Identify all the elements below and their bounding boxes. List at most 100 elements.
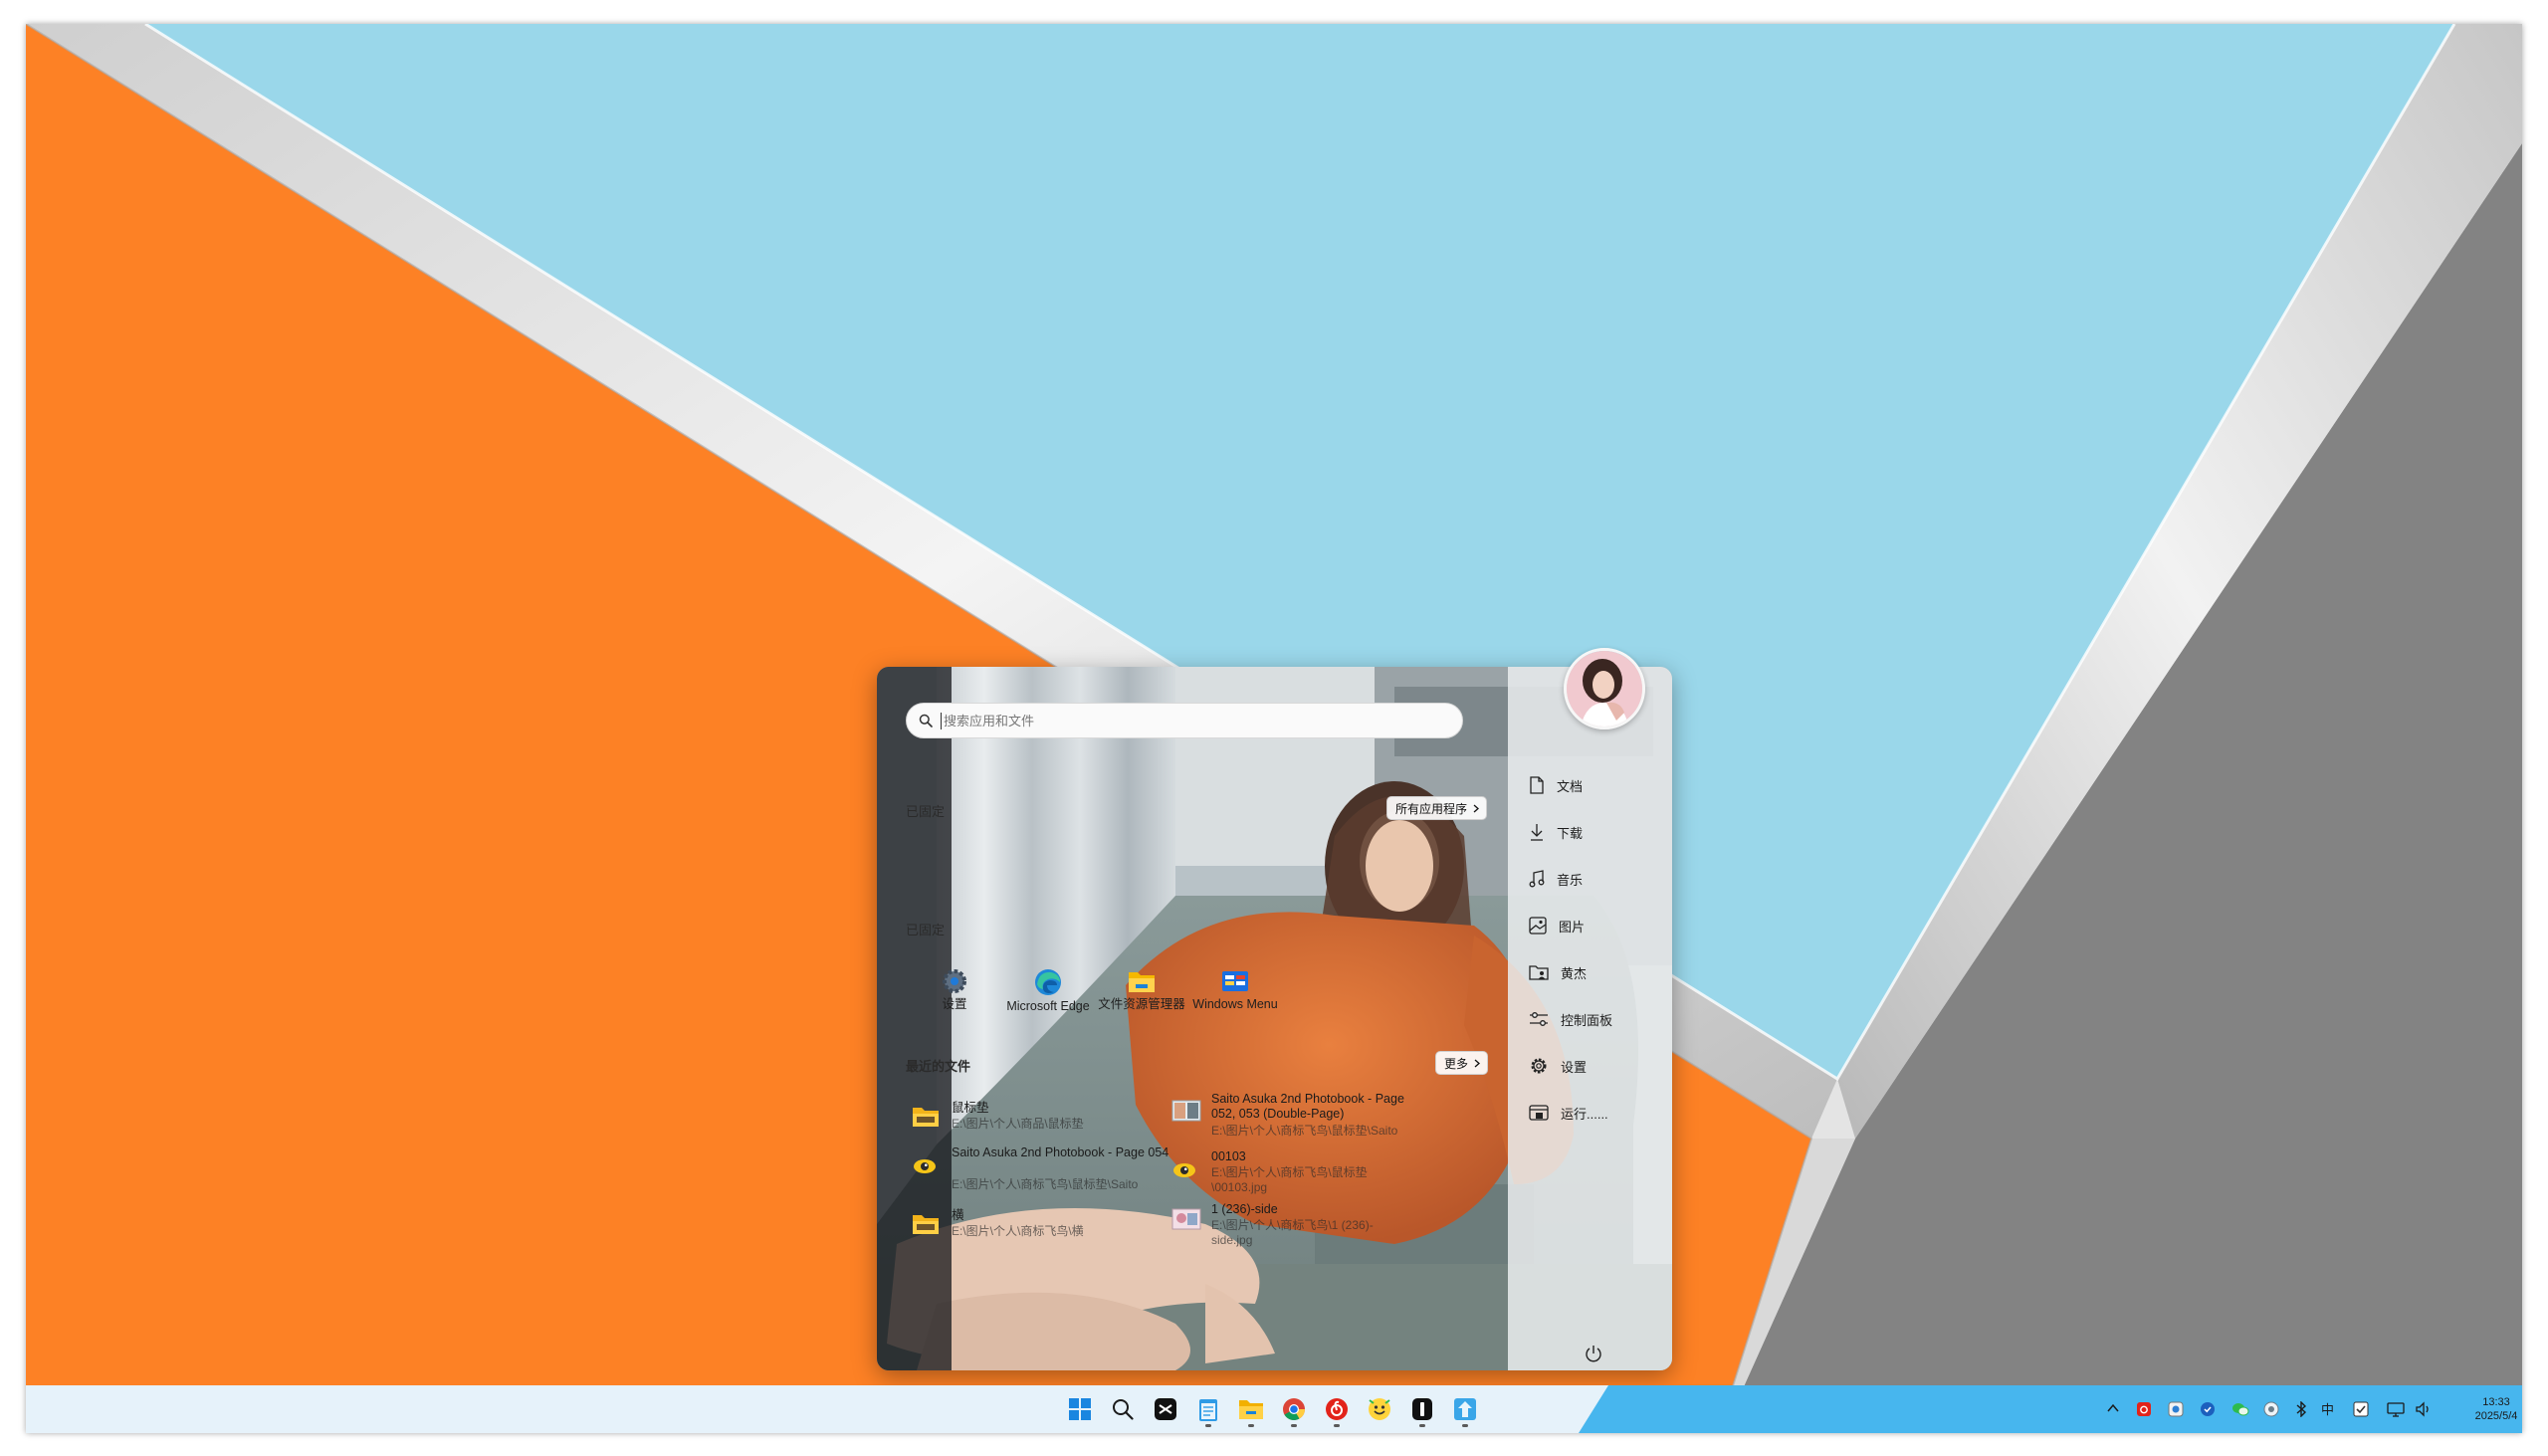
quick-link-music[interactable]: 音乐: [1529, 863, 1668, 895]
taskbar-app-netease-music[interactable]: [1323, 1395, 1351, 1427]
ime-indicator[interactable]: 中: [2321, 1399, 2334, 1418]
pinned-app-label: 设置: [942, 997, 967, 1011]
taskbar-clock[interactable]: 13:33 2025/5/4: [2472, 1395, 2520, 1423]
taskbar-app-notepad[interactable]: [1194, 1395, 1222, 1427]
recent-file-path: E:\图片\个人\商标飞鸟\横: [952, 1224, 1084, 1238]
start-menu-left-shade: [877, 667, 952, 1370]
pinned-app-file-explorer[interactable]: 文件资源管理器: [1094, 967, 1189, 1011]
recent-file-item[interactable]: 横 E:\图片\个人\商标飞鸟\横: [912, 1208, 1170, 1244]
running-indicator: [1291, 1424, 1297, 1427]
run-icon: [1529, 1105, 1549, 1121]
image-viewer-icon: [1173, 1163, 1195, 1177]
running-indicator: [1462, 1424, 1468, 1427]
cloud-tray-icon[interactable]: [2263, 1401, 2279, 1417]
recent-files-label: 最近的文件: [906, 1059, 971, 1074]
volume-icon[interactable]: [2415, 1401, 2433, 1417]
taskbar-app-black[interactable]: [1408, 1395, 1436, 1427]
chevron-right-icon: [1473, 804, 1480, 812]
taskbar-start-button[interactable]: [1066, 1395, 1094, 1423]
pinned-app-settings[interactable]: 设置: [907, 967, 1002, 1011]
taskbar-app-capcut[interactable]: [1152, 1395, 1179, 1423]
more-button[interactable]: 更多: [1435, 1051, 1489, 1075]
pictures-icon: [1529, 917, 1547, 935]
search-input[interactable]: [941, 712, 1443, 729]
notepad-icon: [1199, 1399, 1217, 1421]
settings-icon: [1531, 1058, 1547, 1074]
recent-file-path: E:\图片\个人\商标飞鸟\鼠标垫\Saito: [952, 1177, 1139, 1191]
image-file-icon: [1171, 1208, 1201, 1230]
quick-link-label: 图片: [1559, 919, 1586, 935]
chrome-icon: [1283, 1398, 1305, 1420]
recent-file-item[interactable]: Saito Asuka 2nd Photobook - Page 052, 05…: [1171, 1092, 1430, 1147]
music-icon: [1529, 870, 1545, 888]
quick-link-label: 设置: [1561, 1059, 1588, 1075]
store-app-icon: [1454, 1398, 1476, 1420]
recent-file-name: Saito Asuka 2nd Photobook - Page 054: [952, 1145, 1169, 1159]
pinned-app-label: Microsoft Edge: [1006, 999, 1090, 1013]
search-icon: [1113, 1399, 1134, 1420]
running-indicator: [1419, 1424, 1425, 1427]
taskbar-app-chrome[interactable]: [1280, 1395, 1308, 1427]
running-indicator: [1205, 1424, 1211, 1427]
recent-file-path: E:\图片\个人\商标飞鸟\鼠标垫\00103.jpg: [1211, 1165, 1368, 1194]
quick-link-user-folder[interactable]: 黄杰: [1529, 956, 1668, 988]
user-folder-icon: [1529, 965, 1549, 980]
pinned-app-label: 文件资源管理器: [1098, 997, 1185, 1011]
checkbox-tray-icon[interactable]: [2353, 1401, 2369, 1417]
wechat-tray-icon[interactable]: [2231, 1401, 2249, 1417]
pinned-section-label-2: 已固定: [906, 923, 946, 937]
control-panel-icon: [1530, 1012, 1548, 1026]
quick-link-run[interactable]: 运行......: [1529, 1097, 1668, 1129]
recent-file-item[interactable]: 00103 E:\图片\个人\商标飞鸟\鼠标垫\00103.jpg: [1171, 1149, 1430, 1194]
file-explorer-icon: [1239, 1400, 1263, 1419]
shield-tray-icon[interactable]: [2200, 1401, 2216, 1417]
wechat-icon: [1369, 1398, 1390, 1420]
recent-file-item[interactable]: Saito Asuka 2nd Photobook - Page 054 E:\…: [912, 1145, 1170, 1195]
quick-link-settings[interactable]: 设置: [1529, 1050, 1668, 1082]
recent-file-name: 1 (236)-side: [1211, 1202, 1278, 1216]
chevron-right-icon: [1474, 1059, 1481, 1067]
bluetooth-icon[interactable]: [2295, 1401, 2307, 1417]
download-icon: [1531, 824, 1543, 841]
network-icon[interactable]: [2387, 1401, 2405, 1417]
all-apps-button[interactable]: 所有应用程序: [1386, 796, 1488, 820]
pinned-section-label: 已固定: [906, 804, 946, 819]
settings-gear-icon: [943, 969, 966, 993]
taskbar-app-file-explorer[interactable]: [1237, 1395, 1265, 1427]
chevron-up-icon[interactable]: [2106, 1401, 2120, 1415]
all-apps-label: 所有应用程序: [1395, 801, 1468, 816]
recent-file-item[interactable]: 1 (236)-side E:\图片\个人\商标飞鸟\1 (236)-side.…: [1171, 1202, 1430, 1248]
quick-link-pictures[interactable]: 图片: [1529, 910, 1668, 941]
quick-link-label: 黄杰: [1561, 965, 1588, 981]
avatar-photo: [1567, 651, 1642, 727]
quick-links-panel: 文档 下载 音乐 图片 黄杰 控制面板 设置 运行......: [1508, 667, 1672, 1370]
recent-file-name: Saito Asuka 2nd Photobook - Page 052, 05…: [1211, 1092, 1404, 1121]
clock-time: 13:33: [2482, 1396, 2510, 1408]
quick-link-label: 控制面板: [1561, 1012, 1613, 1028]
taskbar-search-button[interactable]: [1109, 1395, 1137, 1423]
clock-date: 2025/5/4: [2474, 1410, 2518, 1422]
black-app-icon: [1412, 1398, 1432, 1420]
user-avatar[interactable]: [1564, 648, 1645, 729]
quick-link-control-panel[interactable]: 控制面板: [1529, 1003, 1668, 1035]
recent-file-item[interactable]: 鼠标垫 E:\图片\个人\商品\鼠标垫: [912, 1101, 1170, 1137]
power-icon[interactable]: [1584, 1344, 1603, 1363]
taskbar-app-wechat[interactable]: [1366, 1395, 1393, 1423]
netease-music-icon: [1326, 1398, 1348, 1420]
quick-link-documents[interactable]: 文档: [1529, 769, 1668, 801]
recent-file-path: E:\图片\个人\商标飞鸟\1 (236)-side.jpg: [1211, 1218, 1374, 1247]
quick-link-downloads[interactable]: 下载: [1529, 816, 1668, 848]
recent-file-name: 00103: [1211, 1149, 1246, 1163]
image-viewer-icon: [914, 1159, 936, 1173]
netease-tray-icon[interactable]: [2136, 1401, 2152, 1417]
quick-link-label: 下载: [1557, 825, 1584, 841]
recent-file-name: 横: [952, 1208, 964, 1222]
folder-icon: [913, 1108, 939, 1127]
search-box[interactable]: [906, 703, 1463, 738]
pinned-app-edge[interactable]: Microsoft Edge: [1000, 967, 1096, 1013]
desktop: 已固定 所有应用程序 已固定 设置 Microsoft Edge: [26, 24, 2522, 1433]
search-icon: [919, 714, 933, 728]
app-tray-icon[interactable]: [2168, 1401, 2184, 1417]
taskbar-app-store[interactable]: [1451, 1395, 1479, 1427]
pinned-app-windows-menu[interactable]: Windows Menu: [1187, 967, 1283, 1011]
